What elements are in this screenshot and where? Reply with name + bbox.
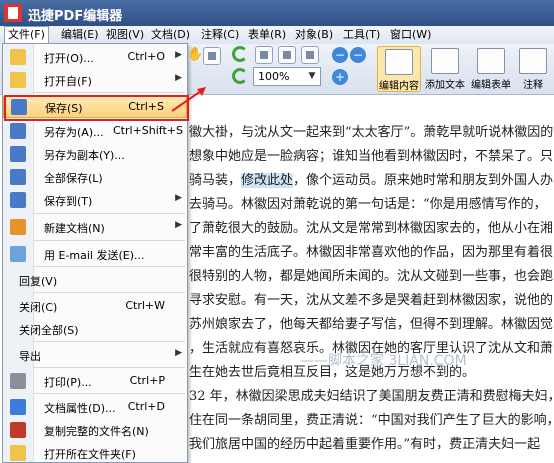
menu-item-save-copy[interactable]: 另存为副本(Y)... [3,144,187,164]
doc-line: 我们旅居中国的经历中起着重要作用。”有时，费正清夫妇一起 [189,437,541,452]
open-from-icon [10,72,26,88]
menu-item-send-email[interactable]: 用 E-mail 发送(E)... [3,244,187,264]
add-text-button[interactable]: 添加文本 [423,46,467,92]
menu-item-save-all[interactable]: 全部保存(L) [3,167,187,187]
fit-width-icon[interactable] [301,46,319,64]
zoom-in-icon[interactable]: + [332,69,348,85]
rotate-icon[interactable] [232,46,248,62]
menu-object[interactable]: 对象(B) [292,27,336,43]
menu-item-save-as[interactable]: 另存为(A)... Ctrl+Shift+S [3,121,187,141]
menu-item-new-document[interactable]: 新建文档(N) ▶ [3,217,187,237]
email-icon [10,246,26,262]
menu-item-document-properties[interactable]: 文档属性(D)... Ctrl+D [3,397,187,417]
doc-line: 骑马装，修改此处，像个运动员。原来她时常和朋友到外国人办 [189,173,554,188]
new-document-icon [10,219,26,235]
menu-item-close-all[interactable]: 关闭全部(S) [3,319,187,339]
menu-item-open[interactable]: 打开(O)... Ctrl+O ▶ [3,47,187,67]
edit-form-label: 编辑表单 [471,80,511,91]
submenu-arrow-icon: ▶ [175,73,182,83]
doc-line: 寻求安慰。有一天，沈从文差不多是哭着赶到林徽因家，说他的 [189,293,554,308]
title-bar: 迅捷PDF编辑器 [0,0,554,26]
doc-line: 很特别的人物，都是她闻所未闻的。沈从文碰到一些事，也会跑 [189,269,554,284]
menu-separator [33,367,185,368]
document-properties-icon [10,399,26,415]
save-copy-icon [10,146,26,162]
doc-line: 苏州娘家去了，他每天都给妻子写信，但得不到理解。林徽因觉 [189,317,554,332]
edit-form-button[interactable]: 编辑表单 [469,46,513,92]
doc-line: 32 年，林徽因梁思成夫妇结识了美国朋友费正清和费慰梅夫妇， [189,389,554,404]
window-title: 迅捷PDF编辑器 [28,9,123,24]
fit-page-icon[interactable] [278,46,296,64]
menu-item-close[interactable]: 关闭(C) Ctrl+W [3,296,187,316]
edit-content-button[interactable]: 编辑内容 [377,46,421,92]
menu-view[interactable]: 视图(V) [103,27,147,43]
doc-line: 想象中她应是一脸病容；谁知当他看到林徽因时，不禁呆了。只 [189,149,554,164]
menu-comment[interactable]: 注释(C) [198,27,242,43]
menu-item-open-from[interactable]: 打开自(F) ▶ [3,70,187,90]
menu-separator [33,393,185,394]
annotation-highlight-box [4,95,189,121]
menu-item-open-containing-folder[interactable]: 打开所在文件夹(F) [3,443,187,463]
copy-filename-icon [10,422,26,438]
menu-separator [33,341,185,342]
text-select-icon[interactable] [203,47,221,65]
edit-content-label: 编辑内容 [379,81,419,92]
menu-window[interactable]: 窗口(W) [387,27,434,43]
save-all-icon [10,169,26,185]
save-as-icon [10,123,26,139]
menu-item-export[interactable]: 导出 ▶ [3,345,187,365]
open-containing-folder-icon [10,445,26,461]
menu-separator [33,213,185,214]
add-text-label: 添加文本 [425,80,465,91]
menu-item-revert[interactable]: 回复(V) [3,270,187,290]
doc-line: 去骑马。林徽因对萧乾说的第一句话是：“你是用感情写作的， [189,197,547,212]
menu-item-copy-filename[interactable]: 复制完整的文件名(N) [3,420,187,440]
annotate-icon [519,48,547,74]
zoom-select[interactable]: 100% ▼ [253,67,321,86]
menu-item-save-to[interactable]: 保存到(T) ▶ [3,190,187,210]
menu-tools[interactable]: 工具(T) [340,27,383,43]
refresh-icon[interactable] [232,68,248,84]
menu-edit[interactable]: 编辑(E) [58,27,102,43]
add-text-icon [431,48,459,74]
actual-size-icon[interactable] [255,46,273,64]
annotate-button[interactable]: 注释 [515,46,551,92]
chevron-down-icon: ▼ [308,71,316,81]
annotation-arrow-icon [171,87,206,112]
doc-line: 住在同一条胡同里，费正清说：“中国对我们产生了巨大的影响， [189,413,554,428]
annotate-label: 注释 [523,80,543,91]
zoom-out-icon[interactable]: − [332,47,348,63]
doc-line: 常丰富的生活底子。林徽因非常喜欢他的作品，因为那里有着很 [189,245,554,260]
submenu-arrow-icon: ▶ [175,348,182,358]
menu-separator [33,92,185,93]
menu-document[interactable]: 文档(D) [148,27,193,43]
highlighted-text[interactable]: 修改此处 [241,173,294,188]
menu-item-print[interactable]: 打印(P)... Ctrl+P [3,371,187,391]
doc-line: 了萧乾很大的鼓励。沈从文是常常到林徽因家去的，他从小在湘 [189,221,554,236]
edit-form-icon [477,48,505,74]
zoom-in-small-icon[interactable]: − [350,47,366,63]
doc-line: 徽大褂，与沈从文一起来到“太太客厅”。萧乾早就听说林徽因的 [189,125,554,140]
save-to-icon [10,192,26,208]
submenu-arrow-icon: ▶ [175,50,182,60]
menu-form[interactable]: 表单(R) [245,27,289,43]
submenu-arrow-icon: ▶ [175,193,182,203]
menu-separator [33,240,185,241]
print-icon [10,373,26,389]
open-folder-icon [10,49,26,65]
zoom-value: 100% [258,70,290,83]
edit-content-icon [385,49,413,75]
submenu-arrow-icon: ▶ [175,220,182,230]
app-logo-icon [4,4,22,22]
menu-separator [33,292,185,293]
menu-separator [33,266,185,267]
watermark: ——脚本之家 3LIAN.COM [300,353,467,369]
